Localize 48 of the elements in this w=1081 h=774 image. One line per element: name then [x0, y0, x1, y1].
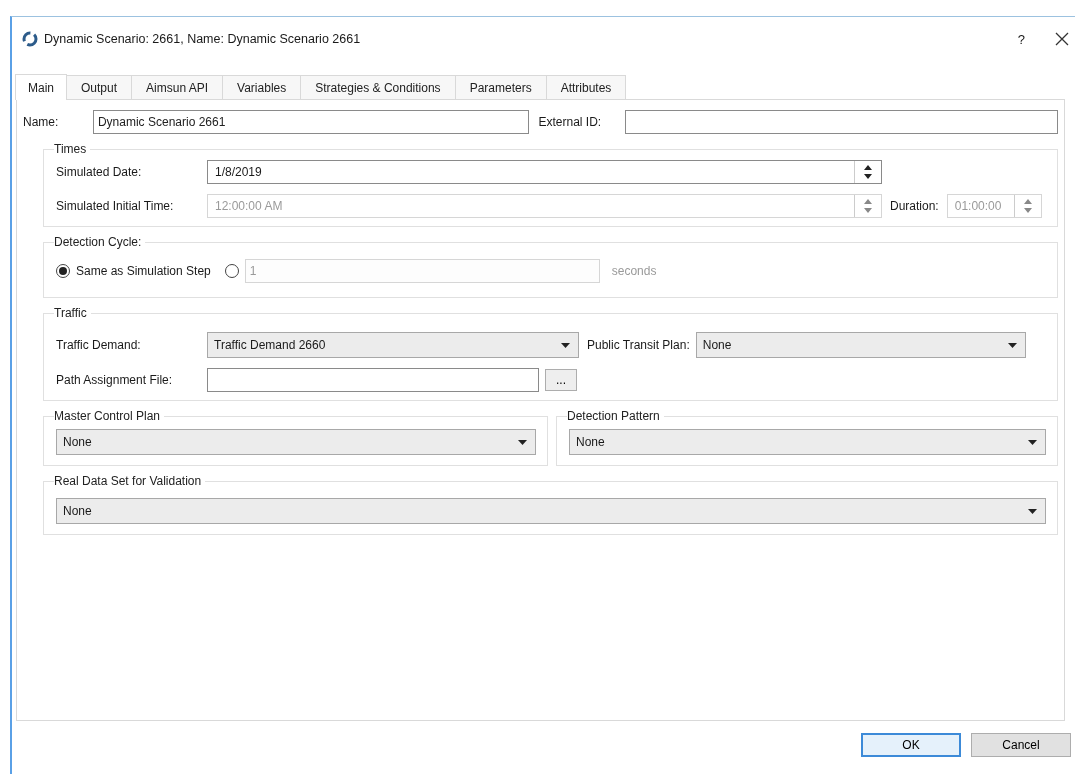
dialog-button[interactable]: Cancel [971, 733, 1071, 757]
option-label: Same as Simulation Step [76, 264, 211, 278]
group-title: Traffic [54, 306, 88, 320]
spinner-arrows-icon [864, 199, 872, 213]
dropdown[interactable]: None [56, 429, 536, 455]
group-title: Real Data Set for Validation [54, 474, 203, 488]
group-title: Detection Pattern [567, 409, 661, 423]
field-label: Public Transit Plan: [587, 338, 690, 352]
tab[interactable]: Strategies & Conditions [300, 75, 456, 99]
field-label: Duration: [890, 199, 939, 213]
help-button[interactable]: ? [1017, 31, 1025, 47]
window-title: Dynamic Scenario: 2661, Name: Dynamic Scenario 2661 [44, 32, 362, 46]
group-title: Detection Cycle: [54, 235, 143, 249]
spinner-arrows-icon [1023, 199, 1032, 213]
radio-button[interactable] [56, 264, 70, 278]
caret-icon [561, 342, 570, 348]
tab[interactable]: Variables [222, 75, 302, 99]
caret-icon [518, 439, 527, 445]
field-label: Path Assignment File: [56, 373, 174, 387]
tab[interactable]: Output [66, 75, 133, 99]
external-id-field[interactable] [625, 110, 1058, 134]
browse-button[interactable]: ... [545, 369, 577, 391]
field-label: Simulated Initial Time: [56, 199, 175, 213]
field-label: Name: [23, 115, 60, 129]
group-title: Master Control Plan [54, 409, 162, 423]
dialog-button[interactable]: OK [861, 733, 961, 757]
app-logo-icon [22, 31, 38, 47]
field-label: External ID: [538, 115, 603, 129]
path-field[interactable] [207, 368, 539, 392]
tab[interactable]: Aimsun API [131, 75, 224, 99]
caret-icon [1028, 439, 1037, 445]
field-label: Traffic Demand: [56, 338, 142, 352]
close-icon[interactable] [1055, 32, 1069, 46]
field-label: Simulated Date: [56, 165, 143, 179]
dropdown[interactable]: None [695, 332, 1026, 358]
spinner-arrows-icon [864, 165, 872, 179]
caret-icon [1007, 342, 1017, 348]
unit-label: seconds [611, 264, 657, 278]
dropdown[interactable]: None [56, 498, 1046, 524]
group-title: Times [54, 142, 88, 156]
dropdown[interactable]: None [569, 429, 1046, 455]
caret-icon [1028, 508, 1037, 514]
name-field[interactable]: Dynamic Scenario 2661 [92, 110, 529, 134]
spin-field[interactable]: 1/8/2019 [207, 160, 882, 184]
tab[interactable]: Parameters [454, 75, 547, 99]
dropdown[interactable]: Traffic Demand 2660 [207, 332, 579, 358]
tab[interactable]: Attributes [545, 75, 627, 99]
tab[interactable]: Main [15, 74, 67, 100]
